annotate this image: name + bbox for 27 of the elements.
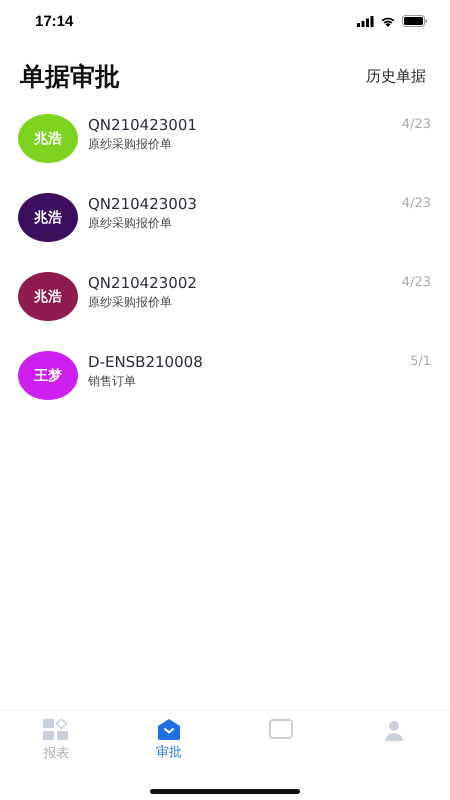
history-link[interactable]: 历史单据	[366, 66, 426, 86]
document-type: 原纱采购报价单	[88, 294, 173, 311]
document-number[interactable]: QN210423001	[88, 116, 392, 134]
avatar: 兆浩	[18, 114, 78, 163]
page-title: 单据审批	[20, 60, 120, 92]
document-number[interactable]: QN210423003	[88, 195, 392, 213]
box-icon	[269, 719, 294, 739]
envelope-icon	[158, 719, 180, 740]
wifi-icon	[380, 16, 396, 26]
signal-icon	[357, 16, 374, 26]
person-icon	[382, 719, 405, 741]
avatar: 兆浩	[18, 272, 78, 321]
document-type: 原纱采购报价单	[88, 215, 173, 232]
grid-icon	[43, 719, 70, 741]
avatar: 王梦	[18, 351, 78, 400]
document-number[interactable]: D-ENSB210008	[88, 353, 400, 371]
tab[interactable]: 审批	[112, 711, 225, 771]
document-type: 原纱采购报价单	[88, 136, 173, 153]
document-number[interactable]: QN210423002	[88, 274, 392, 292]
status-time: 17:14	[35, 12, 74, 30]
avatar: 兆浩	[18, 193, 78, 242]
document-date: 4/23	[402, 195, 431, 211]
document-date: 5/1	[410, 353, 431, 369]
document-date: 4/23	[402, 116, 431, 132]
document-type: 销售订单	[88, 373, 137, 390]
document-date: 4/23	[402, 274, 431, 290]
battery-icon	[402, 15, 428, 27]
